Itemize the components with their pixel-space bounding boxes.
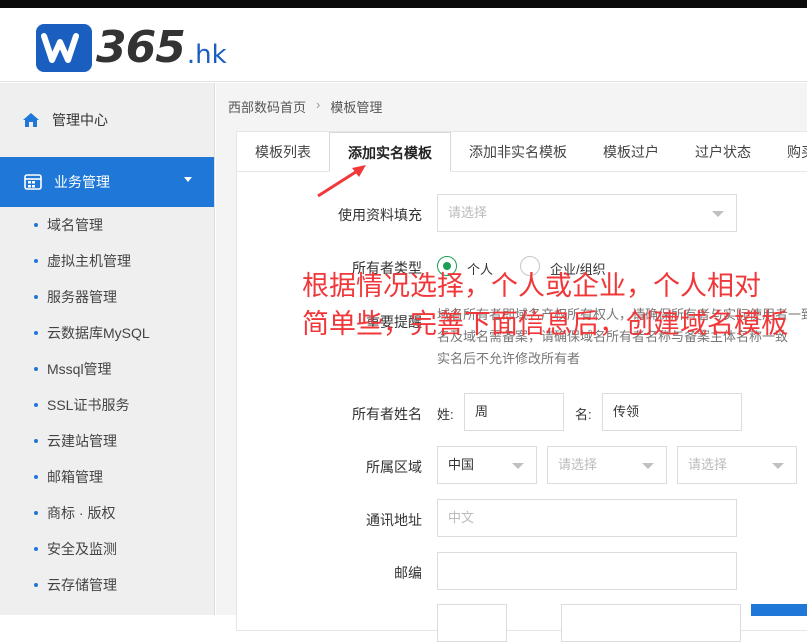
surname-label: 姓: (437, 407, 454, 422)
address-label: 通讯地址 (366, 512, 422, 528)
sidebar-item-hosting[interactable]: 虚拟主机管理 (0, 243, 214, 279)
logo-text: 365 (96, 22, 186, 73)
site-header: 365 .hk (0, 8, 807, 82)
sidebar-item-server[interactable]: 服务器管理 (0, 279, 214, 315)
breadcrumb-home[interactable]: 西部数码首页 (228, 97, 306, 116)
sidebar-item-mail[interactable]: 邮箱管理 (0, 459, 214, 495)
fill-select[interactable]: 请选择 (437, 194, 737, 232)
dropdown-arrow-icon (512, 463, 524, 469)
tab-buy[interactable]: 购买 (769, 132, 807, 171)
fill-select-value: 请选择 (448, 205, 488, 220)
region-country-value: 中国 (448, 457, 475, 472)
tab-add-nonrealname[interactable]: 添加非实名模板 (451, 132, 585, 171)
top-strip (0, 0, 807, 8)
region-country-select[interactable]: 中国 (437, 446, 537, 484)
notice-line-3: 实名后不允许修改所有者 (437, 351, 581, 366)
phone-area-input[interactable] (437, 604, 507, 642)
site-logo[interactable]: 365 .hk (36, 22, 227, 73)
template-panel: 模板列表 添加实名模板 添加非实名模板 模板过户 过户状态 购买 使用资料填充 … (236, 131, 807, 642)
address-input[interactable]: 中文 (437, 499, 737, 537)
dropdown-arrow-icon (642, 463, 654, 469)
tab-transfer[interactable]: 模板过户 (585, 132, 677, 171)
breadcrumb-separator: › (316, 97, 321, 112)
region-province-select[interactable]: 请选择 (547, 446, 667, 484)
home-icon (23, 113, 39, 127)
fill-label: 使用资料填充 (338, 207, 422, 223)
dropdown-arrow-icon (712, 211, 724, 217)
submit-button[interactable] (751, 604, 807, 616)
region-province-value: 请选择 (558, 457, 598, 472)
sidebar-business-label: 业务管理 (54, 174, 110, 190)
given-name-label: 名: (575, 407, 592, 422)
sidebar-item-sitebuilder[interactable]: 云建站管理 (0, 423, 214, 459)
sidebar-item-trademark[interactable]: 商标 · 版权 (0, 495, 214, 531)
sidebar-item-home[interactable]: 管理中心 (0, 83, 214, 157)
sidebar-item-storage[interactable]: 云存储管理 (0, 567, 214, 603)
chevron-down-icon (184, 177, 192, 182)
sidebar-item-business[interactable]: 业务管理 (0, 157, 214, 207)
logo-suffix: .hk (186, 39, 227, 70)
breadcrumb-current: 模板管理 (330, 100, 383, 115)
postcode-input[interactable] (437, 552, 737, 590)
surname-value: 周 (475, 404, 489, 419)
region-city-value: 请选择 (688, 457, 728, 472)
sidebar-item-mysql[interactable]: 云数据库MySQL (0, 315, 214, 351)
sidebar-item-ssl[interactable]: SSL证书服务 (0, 387, 214, 423)
sidebar: 管理中心 业务管理 域名管理 虚拟主机管理 服务器管理 云数据库MySQL Ms… (0, 83, 215, 615)
sidebar-submenu: 域名管理 虚拟主机管理 服务器管理 云数据库MySQL Mssql管理 SSL证… (0, 207, 214, 603)
breadcrumb: 西部数码首页 › 模板管理 (228, 97, 382, 116)
w-logo-icon (36, 23, 92, 72)
sidebar-item-domain[interactable]: 域名管理 (0, 207, 214, 243)
given-name-input[interactable]: 传领 (602, 393, 742, 431)
sidebar-item-security[interactable]: 安全及监测 (0, 531, 214, 567)
sidebar-home-label: 管理中心 (52, 112, 108, 128)
annotation-arrow-icon (317, 165, 366, 198)
given-name-value: 传领 (613, 404, 640, 419)
phone-input[interactable] (561, 604, 741, 642)
grid-icon (24, 174, 42, 190)
annotation-line-1: 根据情况选择，个人或企业，个人相对 (302, 271, 761, 301)
surname-input[interactable]: 周 (464, 393, 564, 431)
owner-name-label: 所有者姓名 (352, 406, 422, 422)
region-city-select[interactable]: 请选择 (677, 446, 797, 484)
dropdown-arrow-icon (772, 463, 784, 469)
main-content: 西部数码首页 › 模板管理 模板列表 添加实名模板 添加非实名模板 模板过户 过… (216, 83, 807, 642)
region-label: 所属区域 (366, 459, 422, 475)
sidebar-item-mssql[interactable]: Mssql管理 (0, 351, 214, 387)
tab-transfer-status[interactable]: 过户状态 (677, 132, 769, 171)
address-placeholder: 中文 (448, 510, 475, 525)
postcode-label: 邮编 (394, 565, 422, 581)
annotation-line-2: 简单些，完善下面信息后，创建域名模板 (302, 309, 788, 339)
